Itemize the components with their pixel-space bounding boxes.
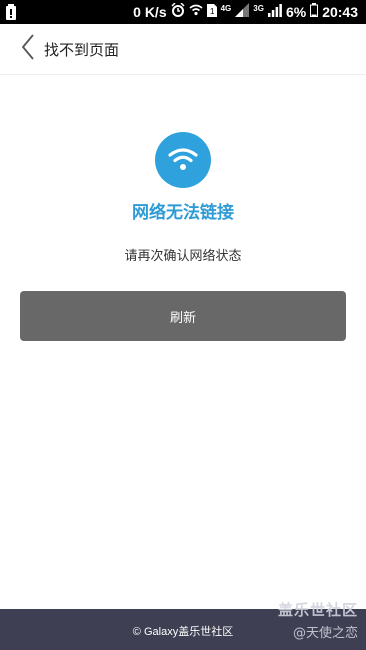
- watermark-title: 盖乐世社区: [277, 601, 358, 619]
- wifi-status-icon: [189, 4, 203, 20]
- signal-icon-2: [267, 3, 282, 21]
- footer: © Galaxy盖乐世社区 盖乐世社区 @天使之恋: [0, 601, 366, 650]
- error-title: 网络无法链接: [132, 203, 234, 223]
- back-button[interactable]: [8, 24, 48, 74]
- alarm-icon: [171, 2, 185, 21]
- refresh-button[interactable]: 刷新: [20, 291, 346, 341]
- network-type-3g: 3G: [253, 3, 264, 13]
- app-header: 找不到页面: [0, 24, 366, 75]
- clock: 20:43: [322, 4, 358, 20]
- sim-card-icon: 1: [206, 3, 217, 21]
- battery-percent: 6%: [285, 4, 307, 20]
- chevron-left-icon: [21, 34, 35, 64]
- network-type-4g: 4G: [220, 3, 232, 13]
- signal-icon-1: [235, 3, 250, 21]
- page-title: 找不到页面: [44, 40, 120, 59]
- status-bar: 0 K/s 1 4G 3G 6% 20:43: [0, 0, 366, 24]
- watermark-author: @天使之恋: [292, 626, 358, 641]
- wifi-error-icon: [155, 132, 211, 188]
- error-message: 请再次确认网络状态: [124, 249, 242, 264]
- battery-icon: [310, 3, 319, 21]
- network-speed: 0 K/s: [133, 4, 167, 20]
- svg-text:1: 1: [210, 7, 215, 16]
- battery-alert-icon: [6, 4, 16, 24]
